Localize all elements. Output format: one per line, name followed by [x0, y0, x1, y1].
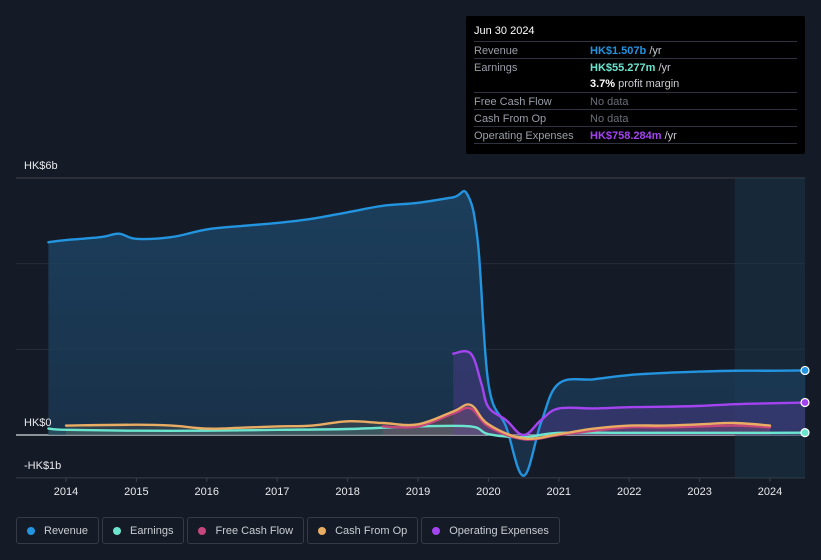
x-tick-label: 2016 — [195, 486, 219, 498]
tooltip-value: HK$758.284m /yr — [590, 130, 677, 142]
x-tick-label: 2024 — [758, 486, 782, 498]
tooltip-row-profit-margin: 3.7% profit margin — [474, 75, 797, 92]
tooltip: Jun 30 2024 Revenue HK$1.507b /yr Earnin… — [466, 16, 805, 154]
tooltip-value: 3.7% profit margin — [590, 78, 680, 90]
tooltip-row-free-cash-flow: Free Cash Flow No data — [474, 92, 797, 110]
tooltip-row-revenue: Revenue HK$1.507b /yr — [474, 41, 797, 59]
earnings-dot-icon — [113, 526, 122, 535]
tooltip-label: Cash From Op — [474, 113, 547, 125]
legend-label: Operating Expenses — [449, 524, 549, 537]
y-tick-label: -HK$1b — [24, 460, 61, 472]
legend-item-earnings[interactable]: Earnings — [102, 517, 185, 544]
tooltip-label: Operating Expenses — [474, 130, 574, 142]
operating-expenses-dot-icon — [432, 526, 441, 535]
x-tick-label: 2020 — [476, 486, 500, 498]
tooltip-value: No data — [590, 113, 629, 125]
x-tick-label: 2017 — [265, 486, 289, 498]
x-tick-label: 2014 — [54, 486, 78, 498]
x-axis: 2014 2015 2016 2017 2018 2019 2020 2021 2022 2023… — [54, 477, 782, 498]
tooltip-row-cash-from-op: Cash From Op No data — [474, 109, 797, 127]
tooltip-label: Revenue — [474, 45, 519, 57]
x-tick-label: 2022 — [617, 486, 641, 498]
legend: Revenue Earnings Free Cash Flow Cash Fro… — [16, 517, 560, 544]
legend-item-free-cash-flow[interactable]: Free Cash Flow — [187, 517, 305, 544]
revenue-end-marker[interactable] — [800, 365, 810, 376]
tooltip-value: No data — [590, 96, 629, 108]
tooltip-row-operating-expenses: Operating Expenses HK$758.284m /yr — [474, 126, 797, 144]
x-tick-label: 2015 — [124, 486, 148, 498]
tooltip-row-earnings: Earnings HK$55.277m /yr — [474, 58, 797, 76]
free-cash-flow-dot-icon — [198, 526, 207, 535]
x-tick-label: 2019 — [406, 486, 430, 498]
tooltip-value: HK$1.507b /yr — [590, 45, 662, 57]
x-tick-label: 2021 — [547, 486, 571, 498]
legend-label: Revenue — [44, 524, 89, 537]
cash-from-op-dot-icon — [318, 526, 327, 535]
tooltip-date: Jun 30 2024 — [474, 25, 535, 37]
legend-label: Free Cash Flow — [215, 524, 294, 537]
legend-item-operating-expenses[interactable]: Operating Expenses — [421, 517, 560, 544]
tooltip-divider — [474, 143, 797, 144]
tooltip-value: HK$55.277m /yr — [590, 62, 671, 74]
legend-label: Cash From Op — [335, 524, 408, 537]
legend-item-revenue[interactable]: Revenue — [16, 517, 100, 544]
legend-item-cash-from-op[interactable]: Cash From Op — [307, 517, 419, 544]
operating-expenses-end-marker[interactable] — [800, 397, 810, 408]
tooltip-label: Free Cash Flow — [474, 96, 552, 108]
x-tick-label: 2023 — [687, 486, 711, 498]
revenue-dot-icon — [27, 526, 35, 535]
earnings-end-marker[interactable] — [800, 428, 810, 438]
y-tick-label: HK$6b — [24, 160, 58, 172]
tooltip-label: Earnings — [474, 62, 518, 74]
y-tick-label: HK$0 — [24, 417, 52, 429]
legend-label: Earnings — [130, 524, 174, 537]
x-tick-label: 2018 — [335, 486, 359, 498]
